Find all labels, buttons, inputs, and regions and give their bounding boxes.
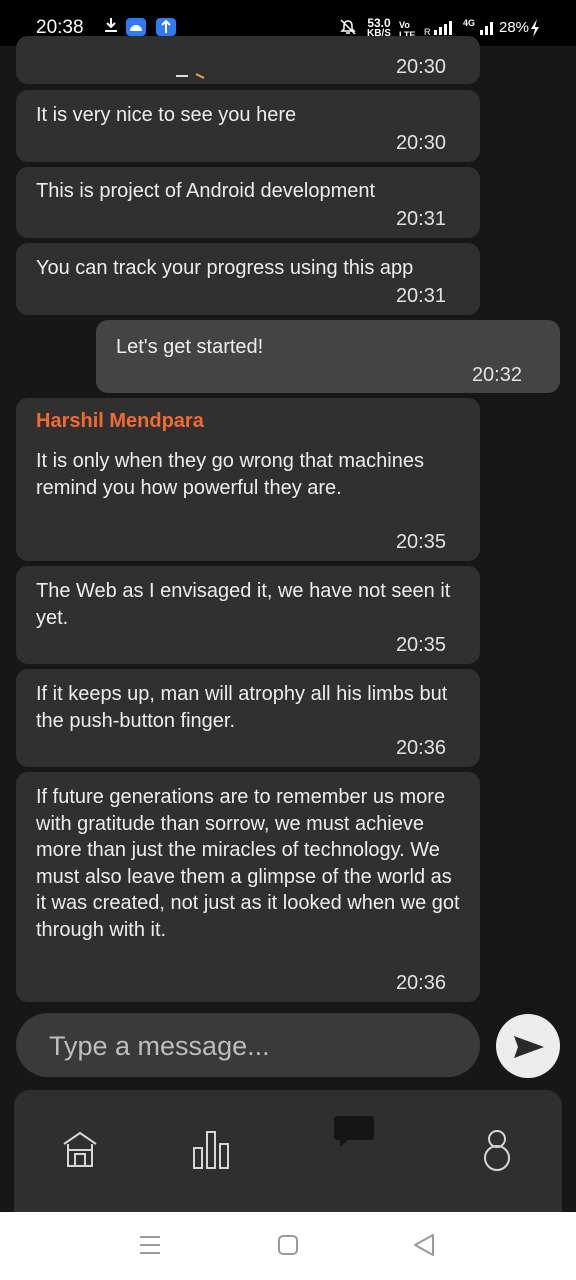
charging-bolt-icon [531,19,539,37]
message-bubble[interactable]: If it keeps up, man will atrophy all his… [16,669,480,767]
download-icon [105,18,117,32]
outgoing-message-bubble[interactable]: Let's get started! 20:32 [96,320,560,393]
message-time: 20:31 [395,208,446,230]
recents-icon[interactable] [139,1233,161,1257]
sender-name: Harshil Mendpara [36,410,204,432]
message-bubble[interactable]: You can track your progress using this a… [16,243,480,315]
message-bubble[interactable]: This is project of Android development 2… [16,167,480,238]
send-icon [514,1036,544,1058]
mute-bell-icon [340,19,356,35]
message-time: 20:36 [395,737,446,759]
net-speed: 53.0 KB/S [367,16,391,39]
message-time: 20:35 [395,531,446,553]
message-bubble[interactable]: Harshil Mendpara It is only when they go… [16,398,480,561]
message-time: 20:36 [395,972,446,994]
message-text: Let's get started! [116,336,264,358]
bar-chart-icon[interactable] [192,1128,230,1170]
message-bubble[interactable]: 20:30 [16,36,480,84]
message-text: You can track your progress using this a… [36,257,414,279]
message-bubble[interactable]: If future generations are to remember us… [16,772,480,1002]
signal-icon-2 [480,22,493,35]
message-text: If it keeps up, man will atrophy all his… [36,683,448,732]
message-time: 20:30 [395,132,446,154]
system-nav-bar [0,1212,576,1280]
message-text: It is very nice to see you here [36,104,297,126]
network-type: 4G [463,18,476,28]
profile-icon[interactable] [480,1128,514,1172]
message-time: 20:35 [395,634,446,656]
message-bubble[interactable]: The Web as I envisaged it, we have not s… [16,566,480,664]
message-input[interactable]: Type a message... [16,1013,480,1077]
message-text: If future generations are to remember us… [36,786,460,941]
battery-percent: 28% [499,19,530,36]
bottom-nav [14,1090,562,1212]
truncated-text-fragment [176,73,205,79]
usb-app-icon [156,18,176,36]
message-time: 20:32 [471,364,522,386]
home-icon[interactable] [62,1128,98,1170]
message-text: The Web as I envisaged it, we have not s… [36,580,451,629]
svg-text:R: R [424,27,431,36]
back-triangle-icon[interactable] [413,1233,435,1257]
message-time: 20:30 [395,56,446,78]
message-text: This is project of Android development [36,180,376,202]
send-button[interactable] [496,1014,560,1078]
message-time: 20:31 [395,285,446,307]
home-square-icon[interactable] [277,1233,299,1257]
message-text: It is only when they go wrong that machi… [36,450,424,499]
message-bubble[interactable]: It is very nice to see you here 20:30 [16,90,480,162]
signal-icon-1: R [424,21,452,36]
android-app-icon [126,18,146,36]
message-input-placeholder: Type a message... [49,1031,270,1061]
chat-icon[interactable] [332,1114,376,1148]
